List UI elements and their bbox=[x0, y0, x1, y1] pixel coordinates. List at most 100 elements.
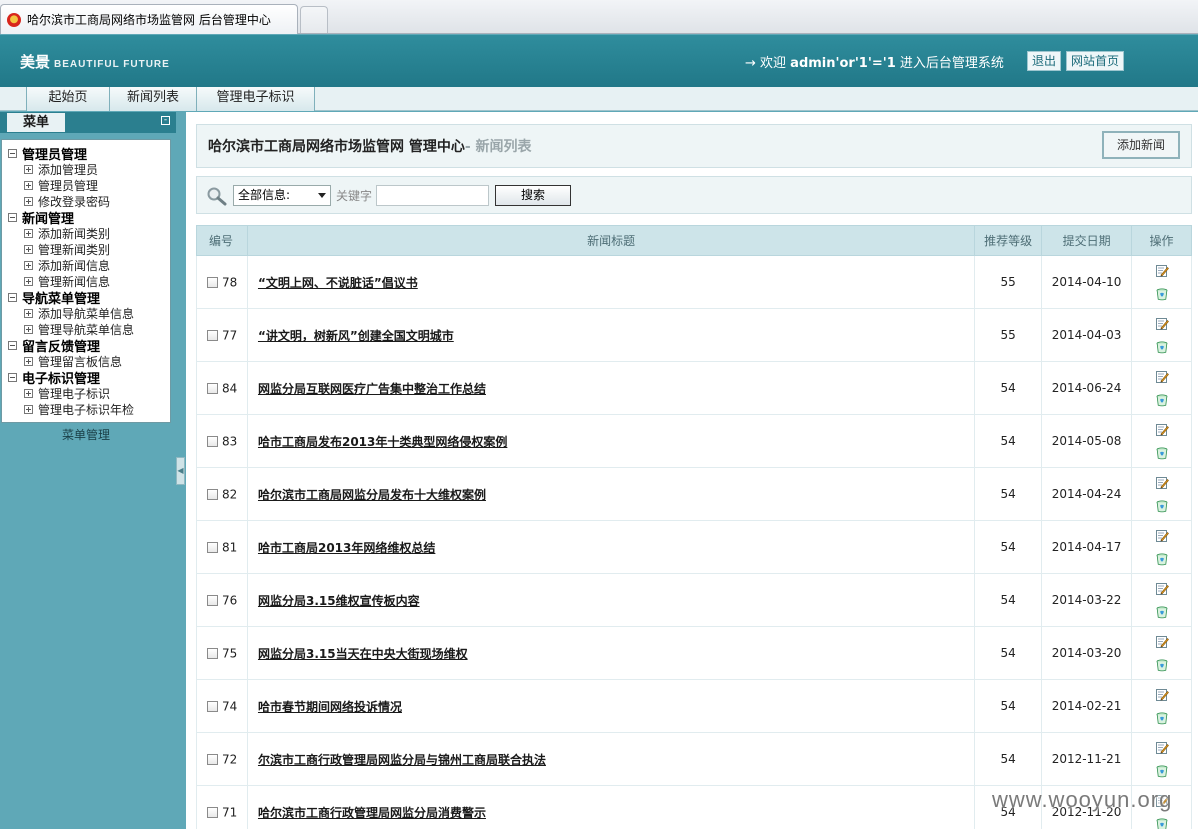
row-checkbox[interactable] bbox=[207, 806, 218, 818]
menu-group-navmenu[interactable]: 导航菜单管理 bbox=[8, 289, 170, 307]
delete-icon[interactable] bbox=[1155, 287, 1169, 301]
tab-news-list[interactable]: 新闻列表 bbox=[109, 87, 197, 111]
row-checkbox[interactable] bbox=[207, 435, 218, 447]
keyword-input[interactable] bbox=[376, 185, 489, 206]
collapse-box-icon bbox=[8, 372, 17, 382]
row-checkbox[interactable] bbox=[207, 753, 218, 765]
row-id: 77 bbox=[222, 328, 238, 343]
delete-icon[interactable] bbox=[1155, 711, 1169, 725]
row-rank: 54 bbox=[974, 467, 1043, 521]
expand-box-icon bbox=[24, 388, 33, 398]
edit-icon[interactable] bbox=[1155, 264, 1169, 278]
row-checkbox[interactable] bbox=[207, 594, 218, 606]
row-id-cell: 78 bbox=[196, 255, 248, 309]
row-actions bbox=[1131, 520, 1192, 574]
menu-item-e-mark-inspection[interactable]: 管理电子标识年检 bbox=[8, 401, 170, 417]
delete-icon[interactable] bbox=[1155, 817, 1169, 829]
menu-group-e-mark[interactable]: 电子标识管理 bbox=[8, 369, 170, 387]
row-id-cell: 81 bbox=[196, 520, 248, 574]
row-id-cell: 72 bbox=[196, 732, 248, 786]
collapse-box-icon bbox=[8, 212, 17, 222]
tab-start-page[interactable]: 起始页 bbox=[26, 87, 110, 111]
menu-item-add-news[interactable]: 添加新闻信息 bbox=[8, 257, 170, 273]
table-row: 82 哈尔滨市工商局网监分局发布十大维权案例 54 2014-04-24 bbox=[196, 467, 1192, 521]
edit-icon[interactable] bbox=[1155, 635, 1169, 649]
news-title-link[interactable]: 网监分局3.15当天在中央大街现场维权 bbox=[258, 647, 468, 661]
news-title-link[interactable]: 哈尔滨市工商行政管理局网监分局消费警示 bbox=[258, 806, 486, 820]
delete-icon[interactable] bbox=[1155, 552, 1169, 566]
edit-icon[interactable] bbox=[1155, 370, 1169, 384]
menu-group-news[interactable]: 新闻管理 bbox=[8, 209, 170, 227]
delete-icon[interactable] bbox=[1155, 764, 1169, 778]
news-title-link[interactable]: “文明上网、不说脏话”倡议书 bbox=[258, 276, 418, 290]
welcome-user: admin'or'1'='1 bbox=[790, 56, 896, 71]
table-row: 74 哈市春节期间网络投诉情况 54 2014-02-21 bbox=[196, 679, 1192, 733]
row-rank: 54 bbox=[974, 679, 1043, 733]
add-news-button[interactable]: 添加新闻 bbox=[1102, 131, 1180, 159]
edit-icon[interactable] bbox=[1155, 688, 1169, 702]
expand-box-icon bbox=[24, 164, 33, 174]
search-button[interactable]: 搜索 bbox=[495, 185, 571, 206]
news-title-link[interactable]: 网监分局互联网医疗广告集中整治工作总结 bbox=[258, 382, 486, 396]
delete-icon[interactable] bbox=[1155, 499, 1169, 513]
delete-icon[interactable] bbox=[1155, 605, 1169, 619]
browser-tab[interactable]: 哈尔滨市工商局网络市场监管网 后台管理中心 bbox=[0, 4, 298, 34]
news-title-link[interactable]: 哈市工商局2013年网络维权总结 bbox=[258, 541, 435, 555]
row-date: 2014-04-24 bbox=[1041, 467, 1133, 521]
edit-icon[interactable] bbox=[1155, 317, 1169, 331]
row-checkbox[interactable] bbox=[207, 700, 218, 712]
news-title-link[interactable]: 哈尔滨市工商局网监分局发布十大维权案例 bbox=[258, 488, 486, 502]
logout-button[interactable]: 退出 bbox=[1027, 51, 1061, 71]
row-checkbox[interactable] bbox=[207, 382, 218, 394]
news-title-link[interactable]: 网监分局3.15维权宣传板内容 bbox=[258, 594, 420, 608]
delete-icon[interactable] bbox=[1155, 393, 1169, 407]
collapse-icon[interactable]: - bbox=[161, 116, 170, 125]
page-subtitle: - 新闻列表 bbox=[464, 139, 532, 155]
row-rank: 54 bbox=[974, 414, 1043, 468]
menu-item-add-navmenu[interactable]: 添加导航菜单信息 bbox=[8, 305, 170, 321]
row-id-cell: 84 bbox=[196, 361, 248, 415]
edit-icon[interactable] bbox=[1155, 529, 1169, 543]
row-checkbox[interactable] bbox=[207, 541, 218, 553]
delete-icon[interactable] bbox=[1155, 446, 1169, 460]
row-checkbox[interactable] bbox=[207, 647, 218, 659]
menu-item-label: 添加管理员 bbox=[38, 162, 99, 177]
tab-manage-e-mark[interactable]: 管理电子标识 bbox=[196, 87, 315, 111]
new-tab-button[interactable] bbox=[300, 6, 328, 33]
collapse-box-icon bbox=[8, 148, 17, 158]
edit-icon[interactable] bbox=[1155, 423, 1169, 437]
delete-icon[interactable] bbox=[1155, 658, 1169, 672]
menu-item-add-news-category[interactable]: 添加新闻类别 bbox=[8, 225, 170, 241]
sidebar-toggle-handle[interactable]: ◀ bbox=[176, 457, 185, 485]
edit-icon[interactable] bbox=[1155, 741, 1169, 755]
row-rank: 55 bbox=[974, 255, 1043, 309]
site-home-button[interactable]: 网站首页 bbox=[1066, 51, 1124, 71]
menu-management-link[interactable]: 菜单管理 bbox=[0, 426, 172, 443]
edit-icon[interactable] bbox=[1155, 476, 1169, 490]
row-date: 2014-03-22 bbox=[1041, 573, 1133, 627]
edit-icon[interactable] bbox=[1155, 582, 1169, 596]
chevron-down-icon bbox=[318, 193, 326, 198]
menu-item-manage-e-mark[interactable]: 管理电子标识 bbox=[8, 385, 170, 401]
row-title-cell: 哈市工商局发布2013年十类典型网络侵权案例 bbox=[246, 414, 976, 468]
menu-item-manage-news-category[interactable]: 管理新闻类别 bbox=[8, 241, 170, 257]
delete-icon[interactable] bbox=[1155, 340, 1169, 354]
row-rank: 55 bbox=[974, 308, 1043, 362]
expand-box-icon bbox=[24, 196, 33, 206]
page-title-text: 哈尔滨市工商局网络市场监管网 管理中心 bbox=[208, 139, 465, 155]
menu-group-feedback[interactable]: 留言反馈管理 bbox=[8, 337, 170, 355]
menu-item-add-admin[interactable]: 添加管理员 bbox=[8, 161, 170, 177]
row-checkbox[interactable] bbox=[207, 276, 218, 288]
row-checkbox[interactable] bbox=[207, 329, 218, 341]
news-title-link[interactable]: 哈市工商局发布2013年十类典型网络侵权案例 bbox=[258, 435, 507, 449]
category-select[interactable]: 全部信息: bbox=[233, 185, 331, 206]
row-checkbox[interactable] bbox=[207, 488, 218, 500]
menu-item-label: 添加新闻信息 bbox=[38, 258, 111, 273]
news-title-link[interactable]: 尔滨市工商行政管理局网监分局与锦州工商局联合执法 bbox=[258, 753, 546, 767]
menu-group-admin[interactable]: 管理员管理 bbox=[8, 145, 170, 163]
news-title-link[interactable]: “讲文明，树新风”创建全国文明城市 bbox=[258, 329, 454, 343]
expand-box-icon bbox=[24, 356, 33, 366]
news-title-link[interactable]: 哈市春节期间网络投诉情况 bbox=[258, 700, 402, 714]
menu-item-admin-manage[interactable]: 管理员管理 bbox=[8, 177, 170, 193]
logo-subtext: BEAUTIFUL FUTURE bbox=[54, 59, 170, 70]
